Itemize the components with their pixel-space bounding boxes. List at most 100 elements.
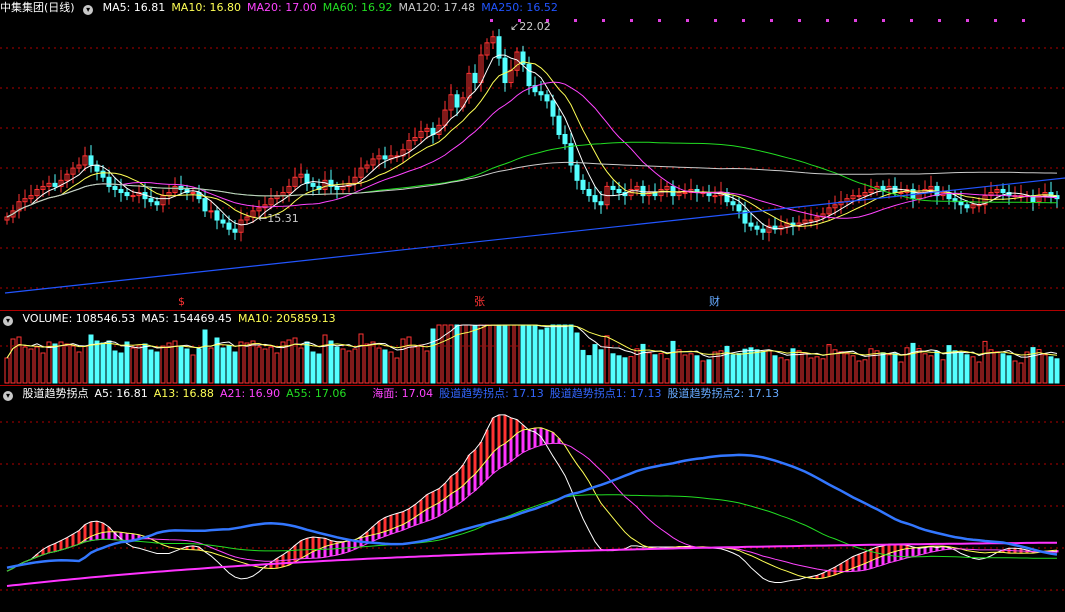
indicator-label-5: 海面: 17.04	[372, 387, 434, 400]
volume-bar	[904, 347, 910, 384]
volume-bar	[922, 353, 928, 384]
volume-bar	[556, 324, 562, 384]
volume-bar	[478, 324, 484, 384]
volume-bar	[592, 344, 598, 384]
candle	[760, 228, 766, 233]
volume-bar	[958, 352, 964, 384]
event-marker-dollar[interactable]: $	[178, 296, 185, 308]
candle	[898, 192, 904, 195]
volume-bar	[880, 352, 886, 384]
volume-bar	[142, 343, 148, 384]
price-chart[interactable]	[0, 0, 1065, 310]
candle	[202, 198, 208, 212]
volume-bar	[244, 342, 250, 384]
volume-bar	[262, 348, 268, 384]
volume-bar	[982, 340, 988, 384]
volume-bar	[664, 358, 670, 384]
volume-bar	[226, 345, 232, 384]
candle	[562, 133, 568, 145]
candle	[208, 210, 214, 213]
volume-bar	[454, 324, 460, 384]
volume-bar	[946, 345, 952, 384]
volume-bar	[910, 342, 916, 384]
volume-bar	[628, 356, 634, 384]
volume-bar	[832, 349, 838, 384]
volume-bar	[532, 324, 538, 384]
chevron-down-icon[interactable]: ▾	[3, 391, 13, 401]
candle	[586, 188, 592, 197]
volume-bar	[1018, 362, 1024, 384]
candle	[382, 155, 388, 160]
volume-bar	[754, 349, 760, 384]
volume-bar	[844, 353, 850, 384]
candle	[556, 115, 562, 135]
event-marker-cai[interactable]: 财	[709, 296, 720, 308]
volume-bar	[436, 324, 442, 384]
volume-bar	[184, 348, 190, 384]
volume-bar	[544, 327, 550, 384]
candle	[502, 57, 508, 84]
candle	[118, 188, 124, 194]
candle	[880, 185, 886, 190]
chevron-down-icon[interactable]: ▾	[83, 5, 94, 15]
indicator-label-1: A5: 16.81	[94, 387, 148, 400]
indicator-legend: 股道趋势拐点 A5: 16.81 A13: 16.88 A21: 16.90 A55: …	[23, 387, 786, 400]
volume-bar	[616, 355, 622, 384]
volume-bar	[784, 359, 790, 384]
candle	[712, 195, 718, 198]
volume-label-1: MA5: 154469.45	[141, 312, 232, 325]
event-marker-zhang[interactable]: 张	[474, 296, 485, 308]
volume-bar	[682, 354, 688, 384]
volume-bar	[256, 346, 262, 384]
candle	[964, 204, 970, 209]
indicator-label-6: 股道趋势拐点: 17.13	[439, 387, 544, 400]
volume-bar	[760, 351, 766, 384]
volume-bar	[322, 334, 328, 384]
volume-bar	[934, 350, 940, 384]
volume-legend: VOLUME: 108546.53 MA5: 154469.45 MA10: 205…	[23, 312, 342, 325]
volume-bar	[850, 355, 856, 384]
volume-bar	[310, 351, 316, 384]
volume-bar	[268, 346, 274, 384]
volume-bar	[964, 354, 970, 384]
indicator-label-8: 股道趋势拐点2: 17.13	[667, 387, 780, 400]
volume-bar	[328, 340, 334, 384]
candle	[856, 195, 862, 198]
candle	[670, 185, 676, 197]
volume-bar	[82, 345, 88, 384]
indicator-header: ▾ 股道趋势拐点 A5: 16.81 A13: 16.88 A21: 16.90 A55…	[0, 386, 791, 402]
volume-bar	[118, 352, 124, 384]
volume-bar	[76, 351, 82, 384]
candle	[148, 198, 154, 203]
volume-bar	[340, 348, 346, 384]
volume-bar	[1042, 354, 1048, 384]
indicator-panel[interactable]: ▾ 股道趋势拐点 A5: 16.81 A13: 16.88 A21: 16.90 A55…	[0, 386, 1065, 612]
candle	[958, 201, 964, 206]
volume-bar	[418, 344, 424, 384]
volume-bar	[388, 351, 394, 384]
price-panel[interactable]: 中集集团(日线) ▾ MA5: 16.81 MA10: 16.80 MA20: 17…	[0, 0, 1065, 310]
volume-bar	[316, 353, 322, 384]
volume-bar	[484, 324, 490, 384]
volume-panel[interactable]: ▾ VOLUME: 108546.53 MA5: 154469.45 MA10: 2…	[0, 311, 1065, 385]
ma-legend: MA5: 16.81 MA10: 16.80 MA20: 17.00 MA60: 16…	[103, 1, 564, 14]
volume-bar	[346, 350, 352, 384]
volume-bar	[382, 349, 388, 384]
volume-header: ▾ VOLUME: 108546.53 MA5: 154469.45 MA10: 2…	[0, 311, 348, 327]
candle	[106, 176, 112, 187]
volume-bar	[916, 348, 922, 384]
candle	[220, 219, 226, 224]
ma60-line	[6, 141, 1058, 218]
candle	[214, 210, 220, 221]
candle	[226, 222, 232, 230]
volume-bar	[586, 355, 592, 384]
volume-bar	[514, 324, 520, 384]
volume-bar	[238, 341, 244, 384]
chevron-down-icon[interactable]: ▾	[3, 316, 13, 326]
volume-bar	[94, 340, 100, 384]
volume-bar	[1054, 358, 1060, 384]
volume-bar	[814, 356, 820, 384]
volume-bar	[820, 358, 826, 384]
indicator-chart[interactable]	[0, 386, 1065, 612]
volume-bar	[508, 324, 514, 384]
